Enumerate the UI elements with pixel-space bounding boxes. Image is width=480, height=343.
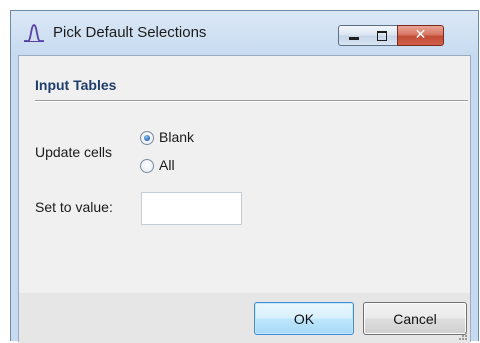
cancel-button[interactable]: Cancel: [363, 302, 467, 335]
radio-blank[interactable]: [140, 131, 154, 145]
button-bar: OK Cancel: [19, 293, 470, 343]
minimize-icon: [349, 37, 359, 40]
set-value-label: Set to value:: [35, 199, 113, 215]
section-title: Input Tables: [35, 77, 117, 93]
update-cells-label: Update cells: [35, 144, 113, 160]
dialog-window: Pick Default Selections ✕ Input Tables U…: [10, 10, 479, 343]
close-icon: ✕: [414, 27, 427, 43]
close-button[interactable]: ✕: [397, 25, 444, 46]
dialog-body: Input Tables Update cells Blank All Set …: [18, 55, 471, 343]
bell-curve-icon: [24, 24, 44, 42]
title-bar[interactable]: Pick Default Selections ✕: [11, 11, 478, 55]
radio-blank-label[interactable]: Blank: [159, 129, 194, 145]
section-divider: [35, 100, 468, 102]
maximize-button[interactable]: [368, 25, 398, 46]
resize-grip-icon[interactable]: [458, 331, 468, 341]
set-value-input[interactable]: [141, 192, 242, 225]
radio-all[interactable]: [140, 159, 154, 173]
maximize-icon: [377, 31, 387, 41]
minimize-button[interactable]: [338, 25, 369, 46]
radio-all-label[interactable]: All: [159, 157, 175, 173]
window-title: Pick Default Selections: [53, 24, 207, 41]
ok-button[interactable]: OK: [254, 302, 354, 335]
